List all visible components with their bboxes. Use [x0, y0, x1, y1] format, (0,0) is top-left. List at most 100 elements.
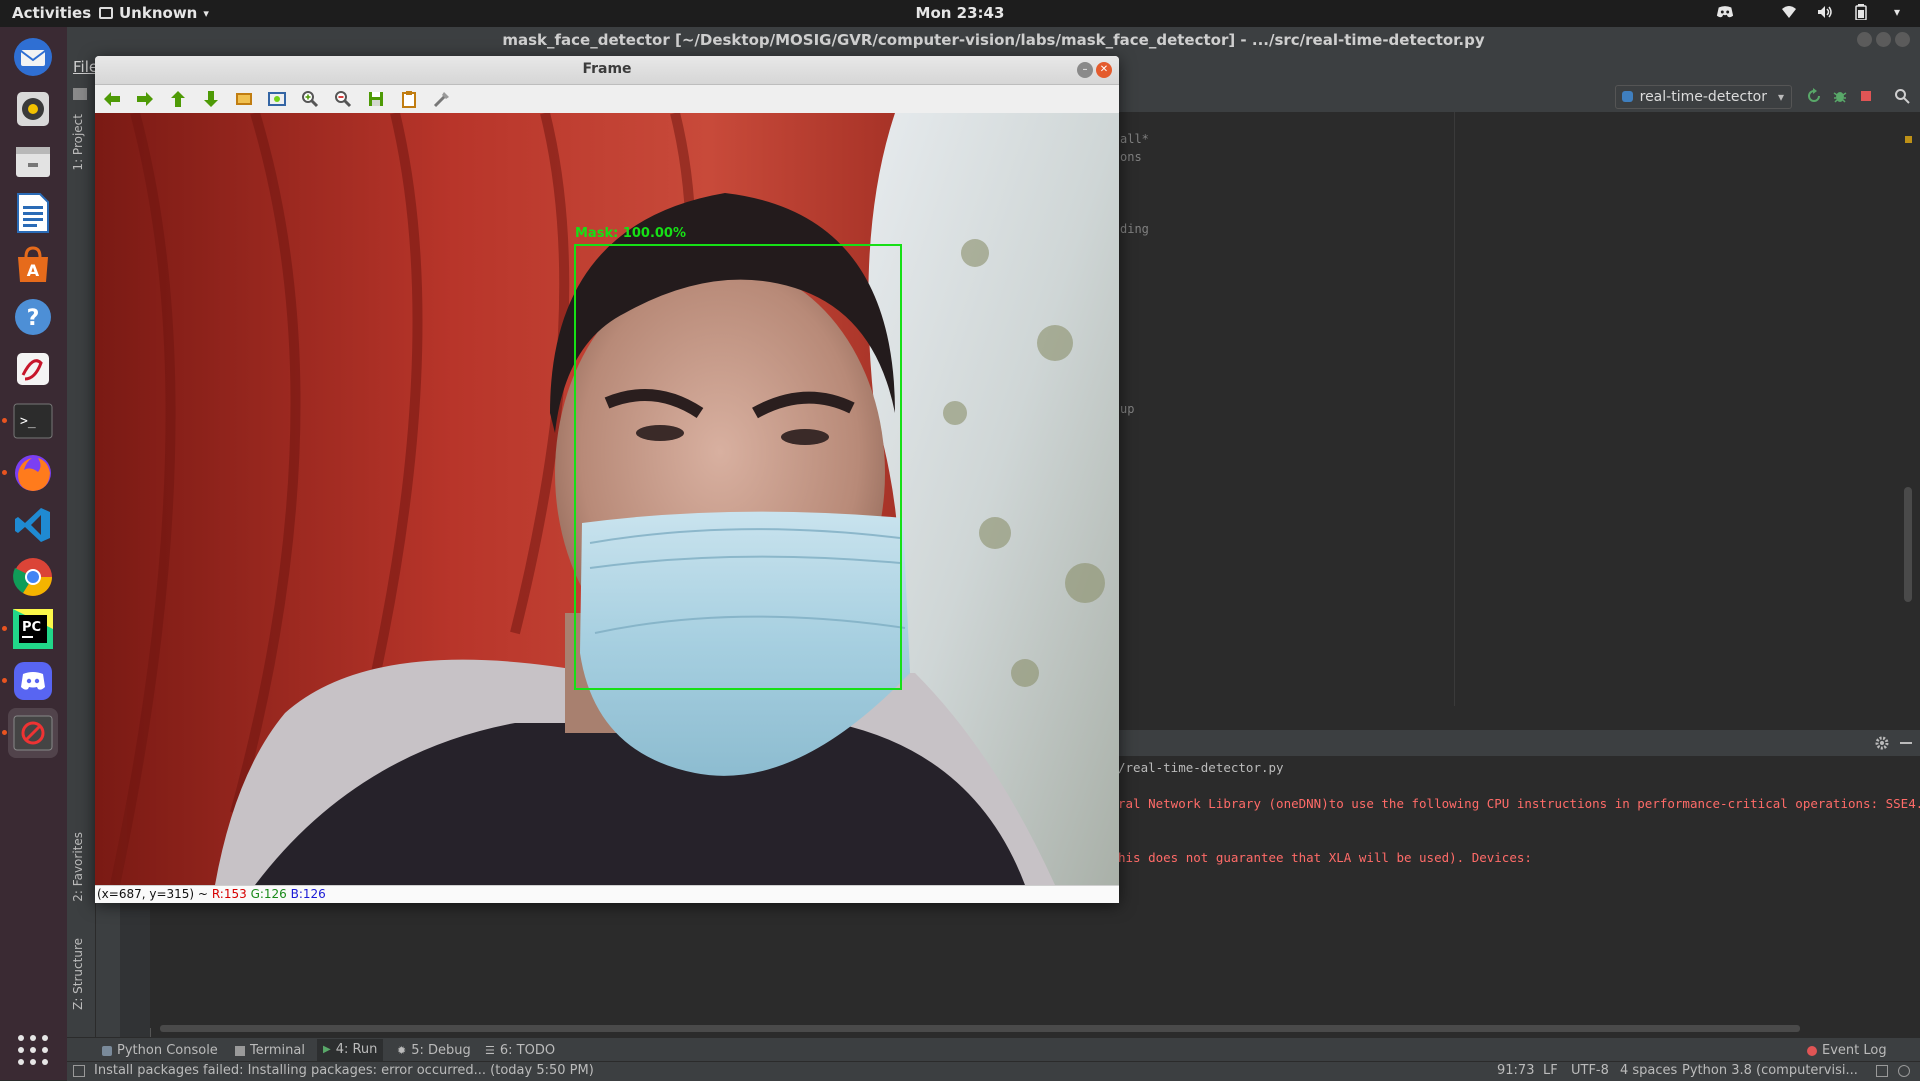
document-viewer-icon[interactable] [8, 344, 58, 394]
tab-label: 4: Run [335, 1042, 378, 1057]
vscode-icon[interactable] [8, 500, 58, 550]
list-icon: ☰ [485, 1044, 495, 1057]
python-interpreter[interactable]: Python 3.8 (computervisi... [1682, 1063, 1858, 1078]
zoom-out-icon[interactable] [334, 90, 352, 108]
console-line: /real-time-detector.py [1118, 760, 1284, 775]
svg-text:PC: PC [22, 620, 41, 635]
wifi-icon[interactable] [1780, 3, 1798, 21]
terminal-small-icon [235, 1045, 245, 1056]
toggle-tool-windows-icon[interactable] [73, 1065, 85, 1077]
status-message[interactable]: Install packages failed: Installing pack… [94, 1063, 594, 1078]
gear-icon[interactable] [1874, 735, 1890, 751]
svg-text:?: ? [27, 306, 40, 331]
window-icon [99, 7, 113, 19]
copy-to-clipboard-icon[interactable] [400, 90, 418, 108]
system-tray[interactable]: ▾ [1716, 3, 1906, 21]
discord-icon[interactable] [2, 656, 58, 706]
svg-text:A: A [27, 261, 40, 280]
pycharm-icon[interactable]: PC [2, 604, 58, 654]
zoom-in-icon[interactable] [301, 90, 319, 108]
app-menu-label: Unknown [119, 4, 198, 22]
discord-tray-icon[interactable] [1716, 3, 1734, 21]
thunderbird-icon[interactable] [8, 32, 58, 82]
close-button[interactable] [1895, 32, 1910, 47]
pan-right-icon[interactable] [136, 90, 154, 108]
volume-icon[interactable] [1816, 3, 1834, 21]
libreoffice-writer-icon[interactable] [8, 188, 58, 238]
show-applications-icon[interactable] [15, 1032, 51, 1068]
tab-run[interactable]: ▶ 4: Run [317, 1039, 384, 1061]
ubuntu-dock: A ? >_ PC [0, 27, 67, 1080]
pixel-blue: B:126 [290, 887, 326, 901]
editor-split-divider [1454, 112, 1455, 706]
run-configuration-select[interactable]: real-time-detector [1614, 85, 1792, 109]
tab-favorites[interactable]: 2: Favorites [71, 832, 85, 902]
tab-terminal[interactable]: Terminal [235, 1043, 305, 1058]
tab-python-console[interactable]: Python Console [102, 1043, 218, 1058]
opencv-frame-window[interactable]: Frame – ✕ Mask: 100.00% (x=687, y=315) ~… [95, 56, 1119, 903]
folder-icon[interactable] [73, 88, 87, 100]
minimize-button[interactable] [1857, 32, 1872, 47]
editor-scrollbar[interactable] [1904, 487, 1912, 602]
tab-debug[interactable]: ✹ 5: Debug [397, 1043, 471, 1058]
pan-down-icon[interactable] [202, 90, 220, 108]
help-icon[interactable]: ? [8, 292, 58, 342]
zoom-fit-icon[interactable] [268, 90, 286, 108]
pan-up-icon[interactable] [169, 90, 187, 108]
console-horizontal-scrollbar[interactable] [160, 1025, 1800, 1032]
minimize-panel-icon[interactable] [1900, 742, 1912, 744]
run-small-icon: ▶ [323, 1044, 331, 1055]
pan-left-icon[interactable] [103, 90, 121, 108]
console-line: his does not guarantee that XLA will be … [1118, 850, 1532, 865]
debug-icon[interactable] [1832, 88, 1848, 104]
caret-down-icon: ▾ [203, 6, 209, 20]
clock[interactable]: Mon 23:43 [0, 4, 1920, 22]
line-separator[interactable]: LF [1543, 1063, 1558, 1078]
rhythmbox-icon[interactable] [8, 84, 58, 134]
indent-setting[interactable]: 4 spaces [1620, 1063, 1677, 1078]
warning-marker[interactable] [1905, 136, 1912, 143]
firefox-icon[interactable] [2, 448, 58, 498]
pixel-coords: (x=687, y=315) ~ [97, 887, 208, 901]
rerun-icon[interactable] [1806, 88, 1822, 104]
console-line: ral Network Library (oneDNN)to use the f… [1118, 796, 1920, 811]
zoom-to-original-icon[interactable] [235, 90, 253, 108]
event-log-button[interactable]: Event Log [1807, 1043, 1887, 1058]
file-encoding[interactable]: UTF-8 [1571, 1063, 1609, 1078]
lock-icon[interactable] [1876, 1065, 1888, 1077]
frame-title-bar[interactable]: Frame – ✕ [95, 56, 1119, 85]
bottom-tool-window-tabs: Python Console Terminal ▶ 4: Run ✹ 5: De… [67, 1037, 1920, 1062]
tab-structure[interactable]: Z: Structure [71, 938, 85, 1010]
terminal-icon[interactable]: >_ [2, 396, 58, 446]
pycharm-window-title: mask_face_detector [~/Desktop/MOSIG/GVR/… [502, 31, 1485, 49]
chrome-icon[interactable] [8, 552, 58, 602]
frame-window-title: Frame [582, 61, 632, 77]
tab-project[interactable]: 1: Project [71, 114, 85, 171]
frame-minimize-button[interactable]: – [1077, 62, 1093, 78]
pycharm-title-bar: mask_face_detector [~/Desktop/MOSIG/GVR/… [67, 27, 1920, 54]
inspector-icon[interactable] [1898, 1065, 1910, 1077]
stop-icon[interactable] [1858, 88, 1874, 104]
properties-icon[interactable] [433, 90, 451, 108]
pycharm-status-bar: Install packages failed: Installing pack… [67, 1061, 1920, 1081]
pixel-green: G:126 [250, 887, 287, 901]
search-icon[interactable] [1894, 88, 1910, 104]
app-menu[interactable]: Unknown ▾ [99, 4, 209, 22]
error-badge-icon [1807, 1045, 1817, 1056]
frame-toolbar [95, 85, 1119, 114]
pycharm-window-controls [1857, 32, 1910, 47]
opencv-frame-app-icon[interactable] [2, 708, 58, 758]
svg-text:>_: >_ [20, 414, 36, 429]
maximize-button[interactable] [1876, 32, 1891, 47]
files-icon[interactable] [8, 136, 58, 186]
system-menu-caret-icon[interactable]: ▾ [1888, 3, 1906, 21]
webcam-frame-image[interactable]: Mask: 100.00% [95, 113, 1119, 885]
activities-button[interactable]: Activities [12, 4, 91, 22]
gnome-top-bar: Activities Unknown ▾ Mon 23:43 ▾ [0, 0, 1920, 27]
tab-todo[interactable]: ☰ 6: TODO [485, 1043, 555, 1058]
battery-icon[interactable] [1852, 3, 1870, 21]
caret-position[interactable]: 91:73 [1497, 1063, 1534, 1078]
ubuntu-software-icon[interactable]: A [8, 240, 58, 290]
save-icon[interactable] [367, 90, 385, 108]
frame-close-button[interactable]: ✕ [1096, 62, 1112, 78]
